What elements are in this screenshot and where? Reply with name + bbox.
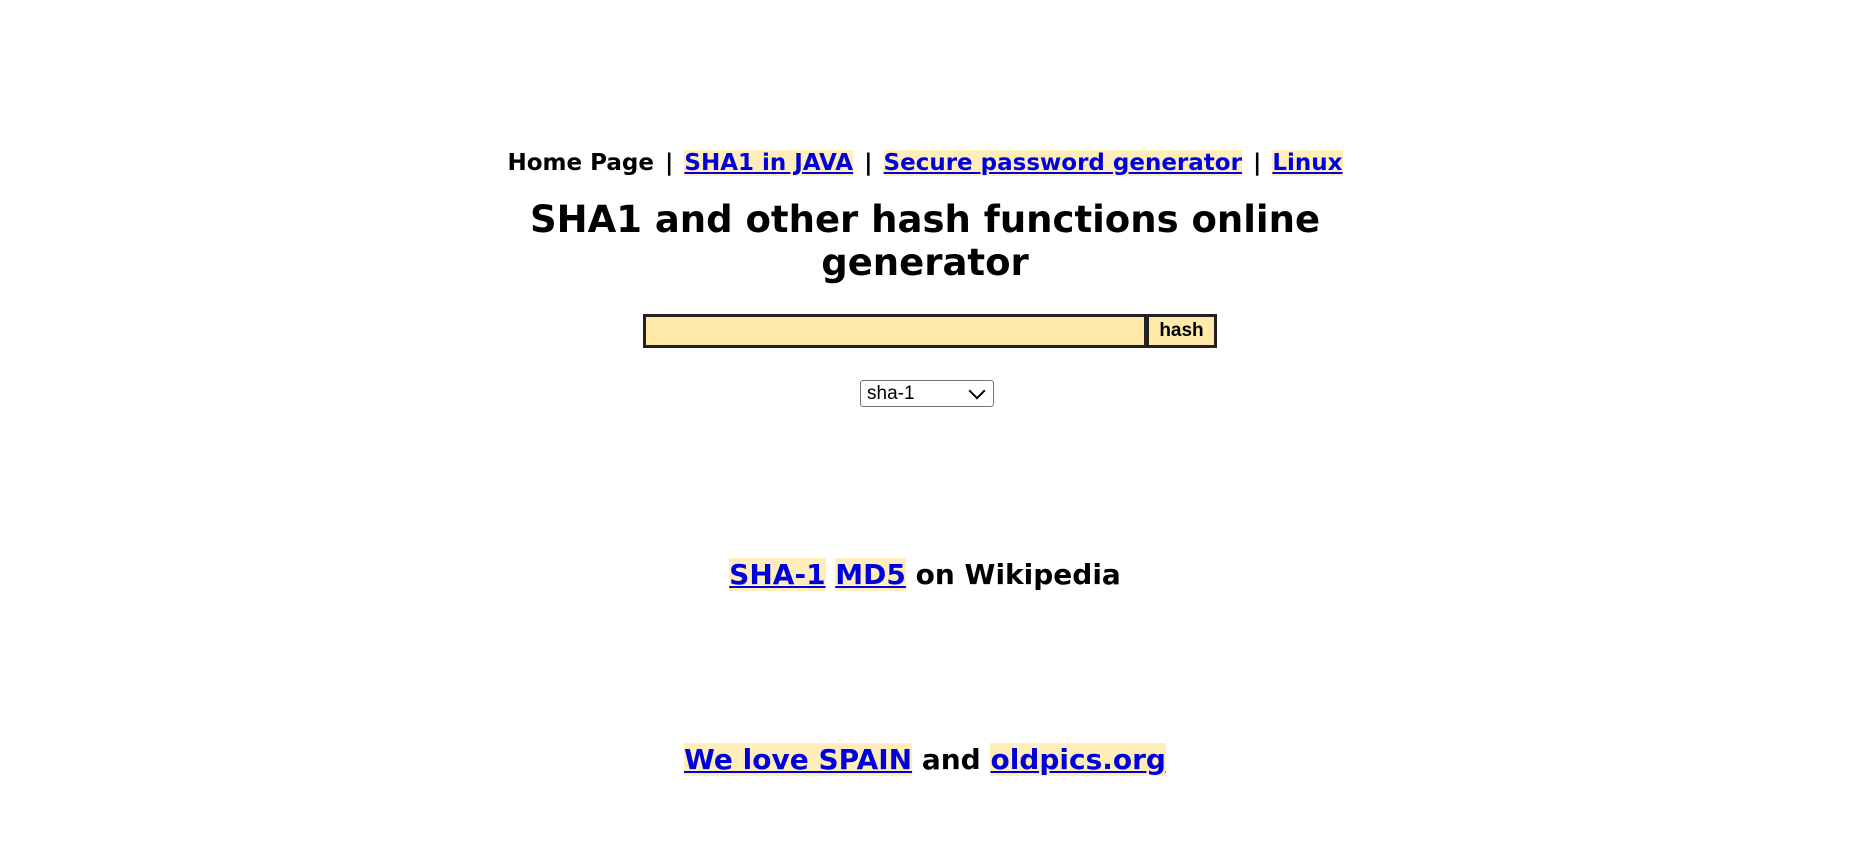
wikipedia-links: SHA-1 MD5 on Wikipedia <box>0 558 1850 591</box>
page-title: SHA1 and other hash functions online gen… <box>0 198 1850 284</box>
footer-conjunction: and <box>921 743 981 776</box>
nav-separator: | <box>864 150 873 176</box>
page: Home Page | SHA1 in JAVA | Secure passwo… <box>0 0 1850 849</box>
algorithm-selected-value: sha-1 <box>867 382 915 404</box>
page-title-line-2: generator <box>821 241 1029 284</box>
page-title-line-1: SHA1 and other hash functions online <box>529 198 1321 241</box>
top-nav: Home Page | SHA1 in JAVA | Secure passwo… <box>0 150 1850 176</box>
hash-text-input[interactable] <box>643 314 1146 348</box>
algorithm-select[interactable]: sha-1 <box>860 380 994 407</box>
nav-separator: | <box>1252 150 1262 176</box>
nav-link-sha1-java[interactable]: SHA1 in JAVA <box>684 150 854 176</box>
nav-home-label: Home Page <box>507 150 654 176</box>
wiki-link-md5[interactable]: MD5 <box>835 558 906 591</box>
wiki-suffix: on Wikipedia <box>915 558 1121 591</box>
nav-link-password-generator[interactable]: Secure password generator <box>883 150 1242 176</box>
footer-link-oldpics[interactable]: oldpics.org <box>990 743 1166 776</box>
chevron-down-icon <box>968 382 986 399</box>
wiki-link-sha1[interactable]: SHA-1 <box>729 558 826 591</box>
footer-links: We love SPAIN and oldpics.org <box>0 743 1850 776</box>
nav-separator: | <box>664 150 674 176</box>
nav-link-linux[interactable]: Linux <box>1272 150 1343 176</box>
hash-button[interactable]: hash <box>1146 314 1217 348</box>
hash-form: hash <box>643 314 1217 348</box>
footer-link-spain[interactable]: We love SPAIN <box>684 743 913 776</box>
